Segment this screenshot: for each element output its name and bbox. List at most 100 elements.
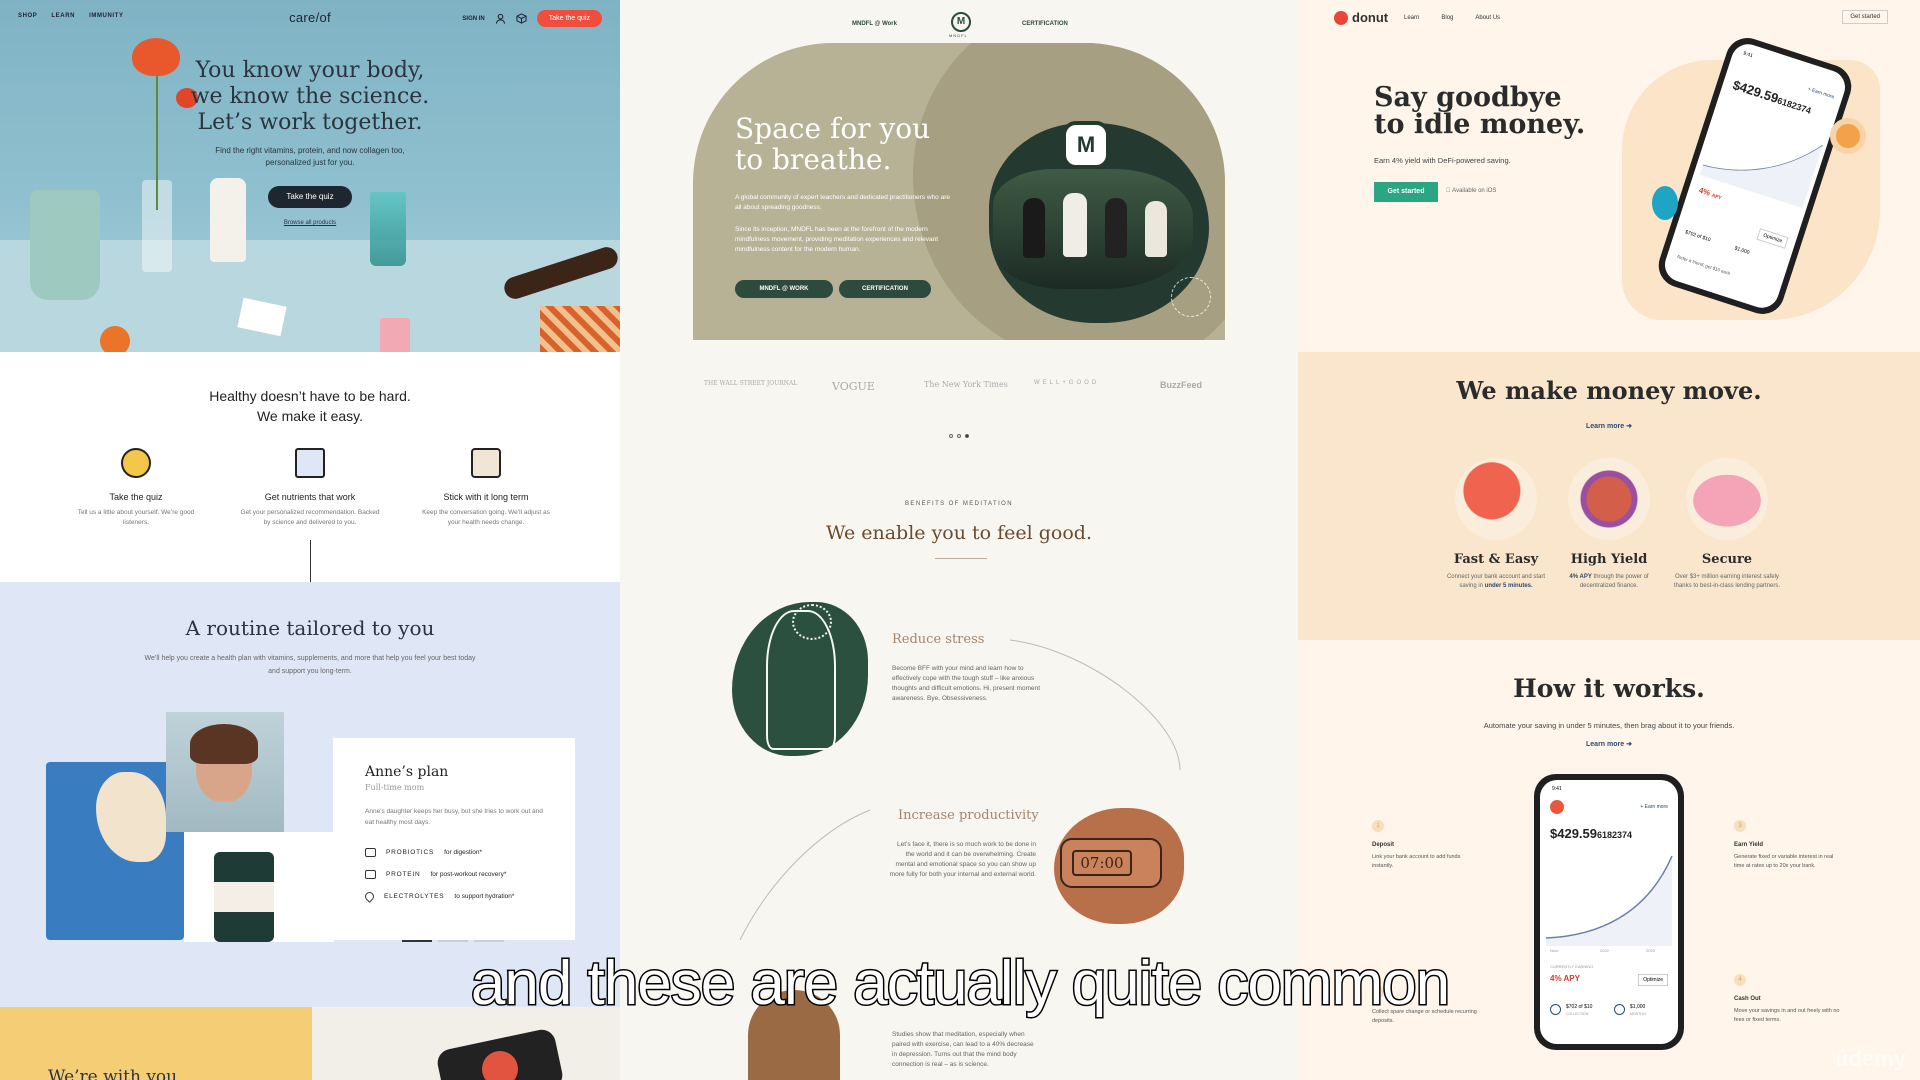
donut-logo-icon — [1334, 10, 1348, 25]
hero-headline: You know your body, we know the science.… — [150, 58, 470, 136]
certification-button[interactable]: CERTIFICATION — [839, 280, 931, 298]
buzzfeed-logo: BuzzFeed — [1160, 380, 1203, 390]
reduce-stress-desc: Become BFF with your mind and learn how … — [892, 665, 1041, 702]
careof-panel: SHOP LEARN IMMUNITY care/of SIGN IN Take… — [0, 0, 620, 1080]
nav-shop[interactable]: SHOP — [18, 13, 37, 19]
ios-label: Available on iOS — [1446, 188, 1496, 194]
arrow-circle-icon: ➜ — [1626, 423, 1632, 430]
hero-get-started-button[interactable]: Get started — [1374, 182, 1438, 202]
carousel-dots — [949, 434, 969, 438]
ios-availability:  Available on iOS — [1446, 188, 1496, 194]
pager-dot[interactable] — [474, 940, 504, 942]
feature-title: Take the quiz — [109, 492, 163, 502]
careof-logo[interactable]: care/of — [289, 10, 331, 25]
drop-icon — [363, 890, 376, 903]
benefits-divider — [935, 558, 987, 559]
pitcher-image — [30, 190, 100, 300]
jar-label — [214, 882, 274, 912]
udemy-watermark: ûdemy — [1835, 1046, 1906, 1071]
balance-fraction: 6182374 — [1775, 95, 1813, 116]
quiz-icon — [121, 448, 151, 478]
learn-more-label: Learn more — [1586, 741, 1625, 748]
phone-time: 9:41 — [1742, 50, 1754, 60]
feature-desc: Tell us a little about yourself. We’re g… — [77, 509, 195, 526]
money-move-title: We make money move. — [1456, 376, 1762, 405]
step-desc: Link your bank account to add funds inst… — [1372, 854, 1461, 869]
mndfl-hero: M Space for you to breathe. A global com… — [693, 43, 1225, 340]
careof-hero: SHOP LEARN IMMUNITY care/of SIGN IN Take… — [0, 0, 620, 352]
user-icon[interactable] — [495, 13, 506, 24]
nav-certification[interactable]: CERTIFICATION — [1022, 21, 1068, 27]
vogue-logo: VOGUE — [832, 380, 875, 393]
plan-item-note: for digestion* — [444, 849, 483, 856]
mndfl-nav: MNDFL @ Work M MNDFL CERTIFICATION — [620, 12, 1298, 38]
refer-text[interactable]: Refer a friend, get $10 each — [1677, 254, 1732, 276]
donut-logo[interactable]: donut — [1334, 10, 1388, 25]
exercise-desc: Studies show that meditation, especially… — [892, 1031, 1034, 1068]
plan-item-name: PROBIOTICS — [386, 849, 435, 856]
routine-title: A routine tailored to you — [185, 616, 435, 640]
tile-title: Secure — [1701, 552, 1753, 567]
carousel-dot[interactable] — [949, 434, 953, 438]
nav-get-started-button[interactable]: Get started — [1842, 10, 1888, 24]
nav-work[interactable]: MNDFL @ Work — [852, 21, 897, 27]
feature-longterm: Stick with it long term Keep the convers… — [416, 448, 556, 528]
co-box-icon — [471, 448, 501, 478]
hero-line-3: Let’s work together. — [197, 110, 423, 135]
money-move-learn-link[interactable]: Learn more ➜ — [1298, 422, 1920, 430]
nav-about[interactable]: About Us — [1475, 15, 1500, 21]
plan-role: Full-time mom — [365, 783, 425, 792]
nav-immunity[interactable]: IMMUNITY — [89, 13, 123, 19]
carousel-dot[interactable] — [965, 434, 969, 438]
easy-heading: Healthy doesn’t have to be hard. We make… — [150, 386, 470, 426]
nav-quiz-button[interactable]: Take the quiz — [536, 10, 602, 27]
tile-desc-strong: under 5 minutes. — [1484, 583, 1533, 589]
routine-desc: We’ll help you create a health plan with… — [144, 655, 476, 675]
tile-desc-strong: 4% APY — [1569, 574, 1592, 580]
earn-more-link[interactable]: + Earn more — [1807, 86, 1835, 100]
growth-chart — [1546, 855, 1673, 946]
hero-m-badge: M — [1062, 121, 1110, 169]
arrow-up-icon — [1568, 458, 1650, 540]
step-title: Deposit — [1372, 842, 1395, 848]
rocket-skateboard-icon — [1455, 458, 1537, 540]
easy-line-2: We make it easy. — [256, 408, 364, 424]
mndfl-logo[interactable]: M — [951, 12, 971, 32]
nav-learn[interactable]: LEARN — [51, 13, 75, 19]
pager-dot[interactable] — [438, 940, 468, 942]
hero-line-2: to idle money. — [1374, 109, 1586, 140]
feature-title: Get nutrients that work — [264, 492, 356, 502]
avatar[interactable] — [1550, 800, 1564, 814]
routine-section: A routine tailored to you We’ll help you… — [0, 582, 620, 1007]
person-1 — [1023, 198, 1045, 258]
how-learn-link[interactable]: Learn more ➜ — [1298, 740, 1920, 748]
cart-box-icon[interactable] — [516, 13, 527, 24]
earn-more-link[interactable]: + Earn more — [1640, 804, 1668, 810]
apy-label: APY — [1710, 192, 1723, 202]
tile-desc: Over $3+ million earning interest safely… — [1673, 574, 1781, 589]
nav-learn[interactable]: Learn — [1404, 15, 1419, 21]
hero-line-1: Say goodbye — [1374, 82, 1562, 113]
hero-quiz-button[interactable]: Take the quiz — [268, 186, 352, 208]
apy-number: 4% — [1697, 185, 1712, 198]
carousel-dot[interactable] — [957, 434, 961, 438]
nav-signin[interactable]: SIGN IN — [462, 16, 484, 22]
optimize-button[interactable]: Optimize — [1756, 228, 1789, 249]
careof-nav: SHOP LEARN IMMUNITY care/of SIGN IN Take… — [18, 10, 602, 30]
plan-item: ELECTROLYTES to support hydration* — [363, 890, 514, 903]
how-it-works-desc: Automate your saving in under 5 minutes,… — [1483, 721, 1735, 730]
work-button[interactable]: MNDFL @ WORK — [735, 280, 833, 298]
piggy-bank-icon — [1686, 458, 1768, 540]
pager-dot[interactable] — [402, 940, 432, 942]
step-number: 3 — [1734, 820, 1746, 832]
step-title: Earn Yield — [1734, 842, 1764, 848]
orange-image — [100, 326, 130, 352]
browse-link[interactable]: Browse all products — [270, 220, 350, 226]
hero-subtitle: Find the right vitamins, protein, and no… — [215, 146, 405, 167]
plan-item-name: ELECTROLYTES — [384, 893, 445, 900]
hero-desc-1: A global community of expert teachers an… — [735, 194, 950, 211]
benefits-title: We enable you to feel good. — [825, 522, 1093, 544]
nyt-logo: The New York Times — [924, 380, 1008, 389]
nav-blog[interactable]: Blog — [1441, 15, 1453, 21]
clock-display: 07:00 — [1072, 850, 1132, 876]
